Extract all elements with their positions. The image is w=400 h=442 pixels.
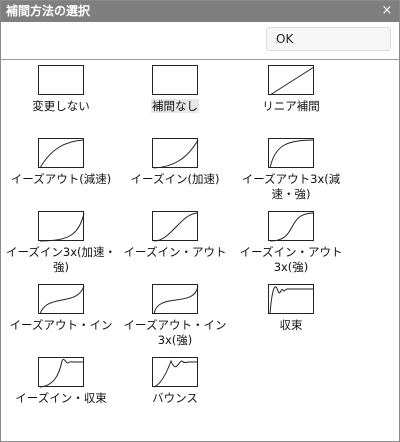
- linear-curve-icon: [268, 65, 315, 96]
- option-label: イーズイン・収束: [1, 391, 121, 406]
- dialog-title: 補間方法の選択: [6, 4, 91, 18]
- option-label-text: 変更しない: [32, 99, 90, 113]
- option-label-text: イーズアウト・イン3x(強): [123, 318, 227, 347]
- option-label: イーズイン・アウト: [115, 245, 235, 260]
- option-label: 変更しない: [1, 99, 121, 114]
- bounce-curve-icon: [152, 357, 198, 388]
- ease-in-out-3x-curve-icon: [268, 211, 315, 242]
- option-label-text: イーズイン(加速): [130, 172, 220, 186]
- option-label: イーズイン3x(加速・強): [1, 245, 121, 275]
- interpolation-dialog: 補間方法の選択 × OK 変更しない 補間なし リニア補間イーズアウト(減速) イーズ…: [0, 0, 400, 442]
- option-label: イーズアウト3x(減速・強): [231, 172, 351, 202]
- option-label: イーズイン・アウト3x(強): [231, 245, 351, 275]
- option-label-text: イーズアウト・イン: [9, 318, 113, 332]
- ease-in-curve-icon: [152, 138, 199, 169]
- option-label-text: イーズアウト(減速): [10, 172, 112, 186]
- option-label-text: 収束: [279, 318, 303, 332]
- option-label: イーズアウト(減速): [1, 172, 121, 187]
- option-label-text: イーズアウト3x(減速・強): [241, 172, 341, 201]
- option-label: イーズアウト・イン3x(強): [115, 318, 235, 348]
- ease-out-3x-curve-icon: [268, 138, 315, 169]
- ok-button[interactable]: OK: [266, 27, 391, 51]
- option-label-text: リニア補間: [262, 99, 320, 113]
- none-curve-icon: [38, 65, 84, 95]
- option-label-text: バウンス: [152, 391, 198, 405]
- option-label: イーズアウト・イン: [1, 318, 121, 333]
- option-label-text: 補間なし: [151, 99, 199, 113]
- option-label-text: イーズイン・アウト: [123, 245, 227, 259]
- ease-in-converge-curve-icon: [38, 357, 84, 388]
- option-label: リニア補間: [231, 99, 351, 114]
- interpolation-grid: 変更しない 補間なし リニア補間イーズアウト(減速) イーズイン(加速) イーズアウト3…: [1, 60, 399, 440]
- ease-out-in-curve-icon: [38, 284, 85, 315]
- ease-out-curve-icon: [38, 138, 85, 169]
- title-bar: 補間方法の選択 ×: [1, 1, 399, 22]
- ease-in-3x-curve-icon: [38, 211, 85, 242]
- option-label: イーズイン(加速): [115, 172, 235, 187]
- ease-in-out-curve-icon: [152, 211, 199, 242]
- step-curve-icon: [152, 65, 198, 95]
- option-label-text: イーズイン・収束: [15, 391, 107, 405]
- option-label: 補間なし: [115, 99, 235, 114]
- option-label-text: イーズイン・アウト3x(強): [239, 245, 343, 274]
- toolbar: OK: [1, 22, 399, 60]
- option-label: バウンス: [115, 391, 235, 406]
- option-label: 収束: [231, 318, 351, 333]
- option-label-text: イーズイン3x(加速・強): [5, 245, 117, 274]
- converge-curve-icon: [268, 284, 314, 315]
- close-icon[interactable]: ×: [378, 2, 396, 20]
- ease-out-in-3x-curve-icon: [152, 284, 199, 315]
